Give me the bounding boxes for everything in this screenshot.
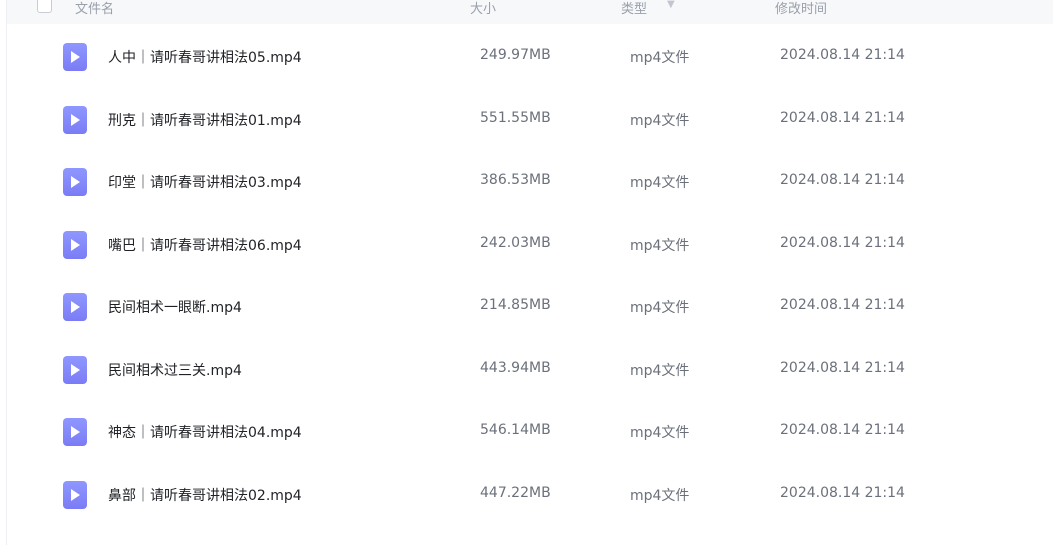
video-file-icon	[63, 293, 87, 321]
file-modified: 2024.08.14 21:14	[780, 109, 905, 126]
video-file-icon	[63, 105, 87, 134]
file-modified: 2024.08.14 21:14	[780, 422, 905, 438]
file-modified: 2024.08.14 21:14	[780, 234, 905, 251]
file-name[interactable]: 人中｜请听春哥讲相法05.mp4	[108, 47, 302, 67]
file-type: mp4文件	[630, 175, 690, 191]
file-name[interactable]: 印堂｜请听春哥讲相法03.mp4	[108, 172, 302, 192]
file-modified: 2024.08.14 21:14	[780, 172, 905, 188]
video-file-icon	[63, 168, 87, 196]
file-list-panel: 文件名 大小 类型 ▼ 修改时间 人中｜请听春哥讲相法05.mp4 249.97…	[6, 0, 1053, 545]
file-type: mp4文件	[630, 237, 690, 254]
file-row[interactable]: 刑克｜请听春哥讲相法01.mp4 551.55MB mp4文件 2024.08.…	[7, 88, 1053, 151]
file-size: 214.85MB	[480, 297, 551, 313]
file-name[interactable]: 嘴巴｜请听春哥讲相法06.mp4	[108, 235, 302, 255]
sort-arrow-icon[interactable]: ▼	[667, 0, 675, 10]
file-size: 249.97MB	[480, 47, 551, 63]
file-modified: 2024.08.14 21:14	[780, 47, 905, 63]
file-name[interactable]: 神态｜请听春哥讲相法04.mp4	[108, 422, 302, 442]
file-size: 546.14MB	[480, 422, 551, 438]
file-row[interactable]: 嘴巴｜请听春哥讲相法06.mp4 242.03MB mp4文件 2024.08.…	[7, 213, 1053, 276]
file-list-header: 文件名 大小 类型 ▼ 修改时间	[7, 0, 1053, 24]
video-file-icon	[63, 355, 87, 384]
file-modified: 2024.08.14 21:14	[780, 484, 905, 501]
file-rows: 人中｜请听春哥讲相法05.mp4 249.97MB mp4文件 2024.08.…	[7, 25, 1053, 525]
file-type: mp4文件	[630, 50, 690, 66]
file-type: mp4文件	[630, 112, 690, 129]
file-type: mp4文件	[630, 300, 690, 316]
file-name[interactable]: 刑克｜请听春哥讲相法01.mp4	[108, 110, 302, 130]
file-name[interactable]: 民间相术过三关.mp4	[108, 360, 242, 380]
column-header-modified[interactable]: 修改时间	[775, 0, 827, 17]
file-size: 242.03MB	[480, 234, 551, 251]
file-row[interactable]: 民间相术一眼断.mp4 214.85MB mp4文件 2024.08.14 21…	[7, 275, 1053, 338]
video-file-icon	[63, 418, 87, 446]
column-header-type[interactable]: 类型	[621, 0, 647, 17]
file-modified: 2024.08.14 21:14	[780, 297, 905, 313]
file-type: mp4文件	[630, 487, 690, 504]
video-file-icon	[63, 43, 87, 71]
file-modified: 2024.08.14 21:14	[780, 359, 905, 376]
file-size: 551.55MB	[480, 109, 551, 126]
file-row[interactable]: 鼻部｜请听春哥讲相法02.mp4 447.22MB mp4文件 2024.08.…	[7, 463, 1053, 526]
video-file-icon	[63, 230, 87, 259]
file-size: 447.22MB	[480, 484, 551, 501]
file-row[interactable]: 民间相术过三关.mp4 443.94MB mp4文件 2024.08.14 21…	[7, 338, 1053, 401]
file-type: mp4文件	[630, 362, 690, 379]
file-name[interactable]: 鼻部｜请听春哥讲相法02.mp4	[108, 485, 302, 505]
video-file-icon	[63, 480, 87, 509]
file-type: mp4文件	[630, 425, 690, 441]
select-all-checkbox[interactable]	[37, 0, 52, 13]
file-name[interactable]: 民间相术一眼断.mp4	[108, 297, 242, 317]
column-header-name[interactable]: 文件名	[75, 0, 114, 17]
file-size: 443.94MB	[480, 359, 551, 376]
file-row[interactable]: 神态｜请听春哥讲相法04.mp4 546.14MB mp4文件 2024.08.…	[7, 400, 1053, 463]
file-size: 386.53MB	[480, 172, 551, 188]
column-header-size[interactable]: 大小	[470, 0, 496, 17]
file-row[interactable]: 人中｜请听春哥讲相法05.mp4 249.97MB mp4文件 2024.08.…	[7, 25, 1053, 88]
file-row[interactable]: 印堂｜请听春哥讲相法03.mp4 386.53MB mp4文件 2024.08.…	[7, 150, 1053, 213]
